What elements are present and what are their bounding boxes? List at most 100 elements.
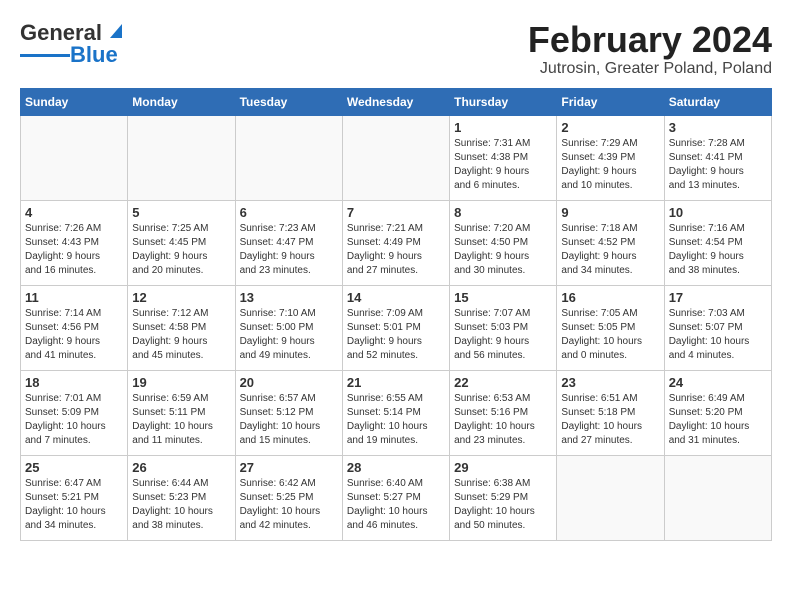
calendar-cell-w2-d6: 17Sunrise: 7:03 AM Sunset: 5:07 PM Dayli…: [664, 285, 771, 370]
calendar-cell-w0-d1: [128, 115, 235, 200]
calendar: Sunday Monday Tuesday Wednesday Thursday…: [20, 88, 772, 541]
day-number: 4: [25, 205, 123, 220]
day-number: 13: [240, 290, 338, 305]
calendar-cell-w4-d1: 26 Sunrise: 6:44 AM Sunset: 5:23 PM Dayli…: [128, 455, 235, 540]
day-info: Sunrise: 6:51 AM Sunset: 5:18 PM Dayligh…: [561, 392, 659, 448]
day-info: Sunrise: 6:42 AM Sunset: 5:25 PM Dayligh…: [240, 477, 338, 533]
header-friday: Friday: [557, 88, 664, 115]
day-info: Sunrise: 6:55 AM Sunset: 5:14 PM Dayligh…: [347, 392, 445, 448]
calendar-cell-w1-d0: 4 Sunrise: 7:26 AM Sunset: 4:43 PM Daylig…: [21, 200, 128, 285]
logo-underline: [20, 54, 70, 57]
day-number: 26: [132, 460, 230, 475]
title-area: February 2024 Jutrosin, Greater Poland, …: [528, 20, 772, 78]
day-info: Sunrise: 7:12 AM Sunset: 4:58 PM Dayligh…: [132, 307, 230, 363]
day-info: Sunrise: 7:18 AM Sunset: 4:52 PM Dayligh…: [561, 222, 659, 278]
day-info: Sunrise: 7:21 AM Sunset: 4:49 PM Dayligh…: [347, 222, 445, 278]
calendar-cell-w2-d2: 13 Sunrise: 7:10 AM Sunset: 5:00 PM Dayli…: [235, 285, 342, 370]
calendar-cell-w2-d5: 16 Sunrise: 7:05 AM Sunset: 5:05 PM Dayli…: [557, 285, 664, 370]
calendar-cell-w0-d4: 1 Sunrise: 7:31 AM Sunset: 4:38 PM Daylig…: [450, 115, 557, 200]
day-info: Sunrise: 6:38 AM Sunset: 5:29 PM Dayligh…: [454, 477, 552, 533]
day-info: Sunrise: 7:28 AM Sunset: 4:41 PM Dayligh…: [669, 137, 767, 193]
day-number: 15: [454, 290, 552, 305]
calendar-week-3: 18 Sunrise: 7:01 AM Sunset: 5:09 PM Dayli…: [21, 370, 772, 455]
calendar-cell-w4-d0: 25Sunrise: 6:47 AM Sunset: 5:21 PM Dayli…: [21, 455, 128, 540]
month-title: February 2024: [528, 20, 772, 60]
day-number: 3: [669, 120, 767, 135]
day-number: 22: [454, 375, 552, 390]
header-row: Sunday Monday Tuesday Wednesday Thursday…: [21, 88, 772, 115]
day-info: Sunrise: 6:49 AM Sunset: 5:20 PM Dayligh…: [669, 392, 767, 448]
day-number: 2: [561, 120, 659, 135]
calendar-cell-w3-d4: 22 Sunrise: 6:53 AM Sunset: 5:16 PM Dayli…: [450, 370, 557, 455]
day-number: 11: [25, 290, 123, 305]
calendar-week-1: 4 Sunrise: 7:26 AM Sunset: 4:43 PM Daylig…: [21, 200, 772, 285]
logo-icon: [104, 20, 126, 42]
day-number: 12: [132, 290, 230, 305]
calendar-cell-w3-d2: 20Sunrise: 6:57 AM Sunset: 5:12 PM Dayli…: [235, 370, 342, 455]
day-number: 27: [240, 460, 338, 475]
day-info: Sunrise: 7:20 AM Sunset: 4:50 PM Dayligh…: [454, 222, 552, 278]
calendar-week-0: 1 Sunrise: 7:31 AM Sunset: 4:38 PM Daylig…: [21, 115, 772, 200]
header: General Blue February 2024 Jutrosin, Gre…: [20, 20, 772, 78]
calendar-cell-w1-d3: 7Sunrise: 7:21 AM Sunset: 4:49 PM Daylig…: [342, 200, 449, 285]
calendar-cell-w2-d0: 11 Sunrise: 7:14 AM Sunset: 4:56 PM Dayli…: [21, 285, 128, 370]
header-tuesday: Tuesday: [235, 88, 342, 115]
calendar-cell-w4-d2: 27 Sunrise: 6:42 AM Sunset: 5:25 PM Dayli…: [235, 455, 342, 540]
day-info: Sunrise: 7:05 AM Sunset: 5:05 PM Dayligh…: [561, 307, 659, 363]
day-info: Sunrise: 6:40 AM Sunset: 5:27 PM Dayligh…: [347, 477, 445, 533]
calendar-cell-w4-d3: 28 Sunrise: 6:40 AM Sunset: 5:27 PM Dayli…: [342, 455, 449, 540]
day-number: 19: [132, 375, 230, 390]
day-number: 10: [669, 205, 767, 220]
calendar-cell-w3-d0: 18 Sunrise: 7:01 AM Sunset: 5:09 PM Dayli…: [21, 370, 128, 455]
calendar-cell-w0-d0: [21, 115, 128, 200]
day-info: Sunrise: 7:29 AM Sunset: 4:39 PM Dayligh…: [561, 137, 659, 193]
day-number: 8: [454, 205, 552, 220]
day-number: 18: [25, 375, 123, 390]
day-number: 23: [561, 375, 659, 390]
day-info: Sunrise: 7:03 AM Sunset: 5:07 PM Dayligh…: [669, 307, 767, 363]
day-number: 16: [561, 290, 659, 305]
day-info: Sunrise: 7:14 AM Sunset: 4:56 PM Dayligh…: [25, 307, 123, 363]
header-monday: Monday: [128, 88, 235, 115]
calendar-cell-w3-d3: 21 Sunrise: 6:55 AM Sunset: 5:14 PM Dayli…: [342, 370, 449, 455]
calendar-cell-w4-d4: 29 Sunrise: 6:38 AM Sunset: 5:29 PM Dayli…: [450, 455, 557, 540]
calendar-cell-w2-d3: 14Sunrise: 7:09 AM Sunset: 5:01 PM Dayli…: [342, 285, 449, 370]
calendar-cell-w0-d3: [342, 115, 449, 200]
day-info: Sunrise: 6:53 AM Sunset: 5:16 PM Dayligh…: [454, 392, 552, 448]
day-info: Sunrise: 7:07 AM Sunset: 5:03 PM Dayligh…: [454, 307, 552, 363]
header-sunday: Sunday: [21, 88, 128, 115]
day-info: Sunrise: 6:44 AM Sunset: 5:23 PM Dayligh…: [132, 477, 230, 533]
calendar-cell-w3-d1: 19Sunrise: 6:59 AM Sunset: 5:11 PM Dayli…: [128, 370, 235, 455]
logo: General Blue: [20, 20, 126, 68]
day-info: Sunrise: 7:31 AM Sunset: 4:38 PM Dayligh…: [454, 137, 552, 193]
day-info: Sunrise: 6:57 AM Sunset: 5:12 PM Dayligh…: [240, 392, 338, 448]
day-number: 9: [561, 205, 659, 220]
calendar-cell-w2-d1: 12 Sunrise: 7:12 AM Sunset: 4:58 PM Dayli…: [128, 285, 235, 370]
calendar-cell-w4-d5: [557, 455, 664, 540]
calendar-body: 1 Sunrise: 7:31 AM Sunset: 4:38 PM Daylig…: [21, 115, 772, 540]
day-info: Sunrise: 6:47 AM Sunset: 5:21 PM Dayligh…: [25, 477, 123, 533]
calendar-header: Sunday Monday Tuesday Wednesday Thursday…: [21, 88, 772, 115]
day-number: 21: [347, 375, 445, 390]
calendar-week-2: 11 Sunrise: 7:14 AM Sunset: 4:56 PM Dayli…: [21, 285, 772, 370]
calendar-cell-w3-d6: 24 Sunrise: 6:49 AM Sunset: 5:20 PM Dayli…: [664, 370, 771, 455]
day-info: Sunrise: 7:26 AM Sunset: 4:43 PM Dayligh…: [25, 222, 123, 278]
day-info: Sunrise: 7:10 AM Sunset: 5:00 PM Dayligh…: [240, 307, 338, 363]
day-info: Sunrise: 7:23 AM Sunset: 4:47 PM Dayligh…: [240, 222, 338, 278]
calendar-week-4: 25Sunrise: 6:47 AM Sunset: 5:21 PM Dayli…: [21, 455, 772, 540]
calendar-cell-w4-d6: [664, 455, 771, 540]
day-number: 5: [132, 205, 230, 220]
day-info: Sunrise: 7:25 AM Sunset: 4:45 PM Dayligh…: [132, 222, 230, 278]
day-number: 1: [454, 120, 552, 135]
day-number: 24: [669, 375, 767, 390]
calendar-cell-w0-d6: 3 Sunrise: 7:28 AM Sunset: 4:41 PM Daylig…: [664, 115, 771, 200]
day-number: 29: [454, 460, 552, 475]
header-thursday: Thursday: [450, 88, 557, 115]
calendar-cell-w1-d1: 5 Sunrise: 7:25 AM Sunset: 4:45 PM Daylig…: [128, 200, 235, 285]
day-number: 14: [347, 290, 445, 305]
calendar-cell-w1-d6: 10Sunrise: 7:16 AM Sunset: 4:54 PM Dayli…: [664, 200, 771, 285]
day-number: 28: [347, 460, 445, 475]
day-number: 6: [240, 205, 338, 220]
day-info: Sunrise: 7:01 AM Sunset: 5:09 PM Dayligh…: [25, 392, 123, 448]
calendar-cell-w1-d5: 9 Sunrise: 7:18 AM Sunset: 4:52 PM Daylig…: [557, 200, 664, 285]
